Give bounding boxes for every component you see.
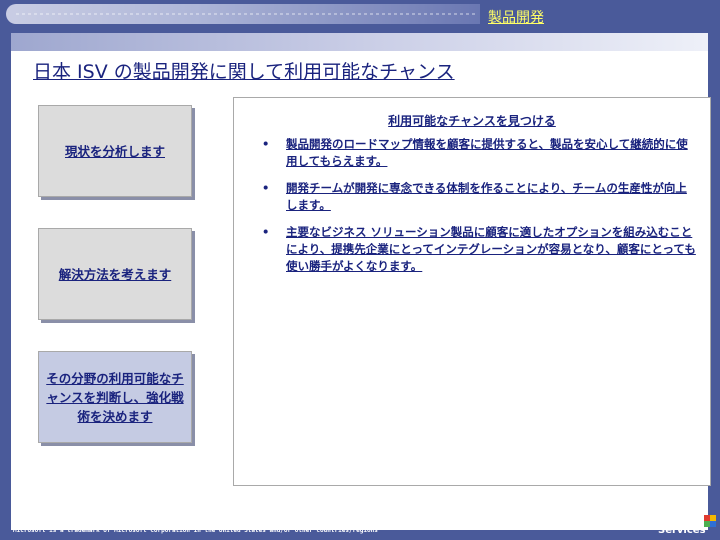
list-item: • 製品開発のロードマップ情報を顧客に提供すると、製品を安心して継続的に使用して… <box>256 136 696 170</box>
list-item: • 開発チームが開発に専念できる体制を作ることにより、チームの生産性が向上します… <box>256 180 696 214</box>
list-item-text[interactable]: 主要なビジネス ソリューション製品に顧客に適したオプションを組み込むことにより、… <box>286 225 696 273</box>
slide-content-panel: 日本 ISV の製品開発に関して利用可能なチャンス 現状を分析します 解決方法を… <box>11 33 711 530</box>
bullet-icon: • <box>262 225 270 239</box>
copyright-line-1: Copyright © 2003 Microsoft Corporation. … <box>13 520 227 527</box>
logo-text-learning: Learning <box>654 513 704 524</box>
step-label-solve[interactable]: 解決方法を考えます <box>55 265 176 284</box>
page-title[interactable]: 日本 ISV の製品開発に関して利用可能なチャンス <box>33 57 455 84</box>
section-title-link[interactable]: 製品開発 <box>488 7 544 27</box>
global-learning-services-logo: Global Learning Services <box>652 506 716 538</box>
list-item-text[interactable]: 開発チームが開発に専念できる体制を作ることにより、チームの生産性が向上します。 <box>286 181 687 212</box>
step-box-decide[interactable]: その分野の利用可能なチャンスを判断し、強化戦術を決めます <box>38 351 192 443</box>
logo-square-blue-icon <box>710 521 716 527</box>
top-bar-dotted-line <box>16 13 476 15</box>
opportunities-box: 利用可能なチャンスを見つける • 製品開発のロードマップ情報を顧客に提供すると、… <box>233 97 711 486</box>
panel-top-strip <box>11 33 708 51</box>
step-label-analyze[interactable]: 現状を分析します <box>61 142 169 161</box>
top-navigation-bar <box>6 4 480 24</box>
bullet-icon: • <box>262 137 270 151</box>
list-item-text[interactable]: 製品開発のロードマップ情報を顧客に提供すると、製品を安心して継続的に使用してもら… <box>286 137 688 168</box>
copyright-line-2: Microsoft is a trademark of Microsoft Co… <box>13 527 378 534</box>
list-item: • 主要なビジネス ソリューション製品に顧客に適したオプションを組み込むことによ… <box>256 224 696 275</box>
opportunities-heading[interactable]: 利用可能なチャンスを見つける <box>234 112 710 129</box>
step-box-analyze[interactable]: 現状を分析します <box>38 105 192 197</box>
opportunities-list: • 製品開発のロードマップ情報を顧客に提供すると、製品を安心して継続的に使用して… <box>256 136 696 285</box>
copyright-notice: Copyright © 2003 Microsoft Corporation. … <box>13 520 378 534</box>
bullet-icon: • <box>262 181 270 195</box>
step-label-decide[interactable]: その分野の利用可能なチャンスを判断し、強化戦術を決めます <box>39 369 191 426</box>
step-box-solve[interactable]: 解決方法を考えます <box>38 228 192 320</box>
logo-text-services: Services <box>658 525 706 536</box>
